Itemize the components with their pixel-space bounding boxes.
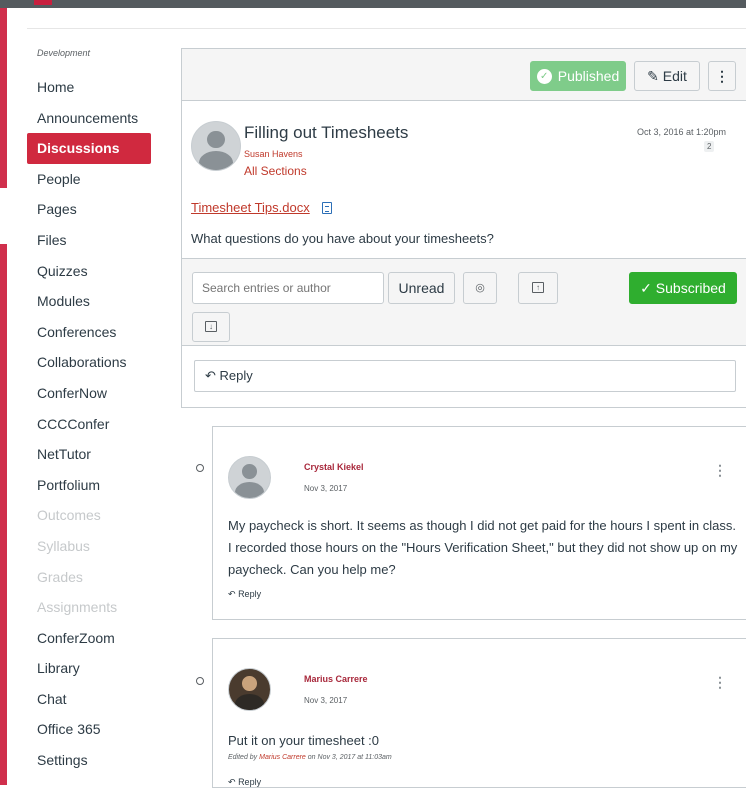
nav-item-conferzoom[interactable]: ConferZoom [27,623,157,654]
edited-by-link[interactable]: Marius Carrere [259,754,306,761]
search-entries-input[interactable] [192,272,384,304]
entry-reply-link[interactable]: ↶ Reply [228,589,261,600]
topic-options-button[interactable]: ⋮ [708,61,736,91]
nav-item-cccconfer[interactable]: CCCConfer [27,409,157,440]
logo-mark [34,0,52,5]
discussion-entry: Crystal Kiekel Nov 3, 2017 ⋮ My paycheck… [212,426,746,620]
collapse-replies-button[interactable]: ↑ [518,272,558,304]
document-preview-icon[interactable] [322,202,332,214]
entry-author-link[interactable]: Marius Carrere [304,674,368,684]
nav-item-discussions[interactable]: Discussions [27,133,151,164]
topic-title: Filling out Timesheets [244,123,409,142]
nav-item-conferences[interactable]: Conferences [27,317,157,348]
discussion-filter-bar: Unread ◎ ↑ ✓ Subscribed ↓ [182,258,746,346]
unread-filter-button[interactable]: Unread [388,272,455,304]
entry-options-button[interactable]: ⋮ [713,674,727,691]
edited-note: Edited by Marius Carrere on Nov 3, 2017 … [228,754,392,761]
discussion-entry: Marius Carrere Nov 3, 2017 ⋮ Put it on y… [212,638,746,788]
entry-avatar[interactable] [228,456,271,499]
check-icon: ✓ [640,280,652,296]
course-name: Development [37,48,91,58]
reply-count-badge: 2 [704,141,715,152]
unread-indicator[interactable] [196,464,204,472]
header-divider [27,28,746,29]
mark-all-read-button[interactable]: ◎ [463,272,497,304]
global-nav-strip [0,8,7,188]
nav-item-library[interactable]: Library [27,653,157,684]
entry-author-link[interactable]: Crystal Kiekel [304,462,364,472]
entry-reply-label: Reply [238,589,262,599]
nav-item-people[interactable]: People [27,164,157,195]
reply-arrow-icon: ↶ [205,368,216,383]
published-label: Published [557,68,620,84]
topic-toolbar: ✓ Published ✎ Edit ⋮ [182,49,746,101]
reply-label: Reply [219,368,253,383]
global-header [0,0,746,8]
entry-message: Put it on your timesheet :0 [228,733,380,748]
reply-button[interactable]: ↶ Reply [194,360,736,392]
nav-item-chat[interactable]: Chat [27,684,157,715]
nav-item-nettutor[interactable]: NetTutor [27,439,157,470]
nav-item-quizzes[interactable]: Quizzes [27,256,157,287]
expand-replies-button[interactable]: ↓ [192,312,230,342]
pencil-icon: ✎ [647,68,659,84]
nav-item-pages[interactable]: Pages [27,194,157,225]
discussion-topic-panel: ✓ Published ✎ Edit ⋮ Filling out Timeshee… [181,48,746,408]
attachment-link[interactable]: Timesheet Tips.docx [191,200,310,215]
topic-date: Oct 3, 2016 at 1:20pm [637,127,727,137]
global-nav-strip [0,244,7,785]
eye-icon: ◎ [475,282,485,294]
edit-button[interactable]: ✎ Edit [634,61,700,91]
entry-reply-link[interactable]: ↶ Reply [228,777,261,788]
entry-message: My paycheck is short. It seems as though… [228,518,738,577]
nav-item-syllabus[interactable]: Syllabus [27,531,157,562]
unread-indicator[interactable] [196,677,204,685]
nav-item-assignments[interactable]: Assignments [27,592,157,623]
check-circle-icon: ✓ [536,68,552,84]
published-button[interactable]: ✓ Published [530,61,626,91]
reply-arrow-icon: ↶ [228,777,236,787]
topic-author-link[interactable]: Susan Havens [244,149,303,159]
nav-item-files[interactable]: Files [27,225,157,256]
nav-item-collaborations[interactable]: Collaborations [27,347,157,378]
entry-reply-label: Reply [238,777,262,787]
collapse-icon: ↑ [532,282,544,293]
course-navigation: Development Home Announcements Discussio… [27,48,157,776]
nav-item-grades[interactable]: Grades [27,562,157,593]
topic-body: What questions do you have about your ti… [191,231,494,246]
topic-sections-link[interactable]: All Sections [244,164,307,178]
entry-date: Nov 3, 2017 [304,484,348,493]
entry-date: Nov 3, 2017 [304,696,348,705]
nav-item-portfolium[interactable]: Portfolium [27,470,157,501]
nav-item-office-365[interactable]: Office 365 [27,714,157,745]
nav-item-confernow[interactable]: ConferNow [27,378,157,409]
nav-item-outcomes[interactable]: Outcomes [27,500,157,531]
author-avatar[interactable] [191,121,241,171]
edit-label: Edit [662,68,687,84]
nav-item-modules[interactable]: Modules [27,286,157,317]
nav-item-settings[interactable]: Settings [27,745,157,776]
reply-arrow-icon: ↶ [228,589,236,599]
entry-options-button[interactable]: ⋮ [713,462,727,479]
expand-icon: ↓ [205,321,217,332]
nav-item-home[interactable]: Home [27,72,157,103]
entry-avatar[interactable] [228,668,271,711]
nav-item-announcements[interactable]: Announcements [27,103,157,134]
subscribed-button[interactable]: ✓ Subscribed [629,272,737,304]
subscribed-label: Subscribed [655,280,726,296]
